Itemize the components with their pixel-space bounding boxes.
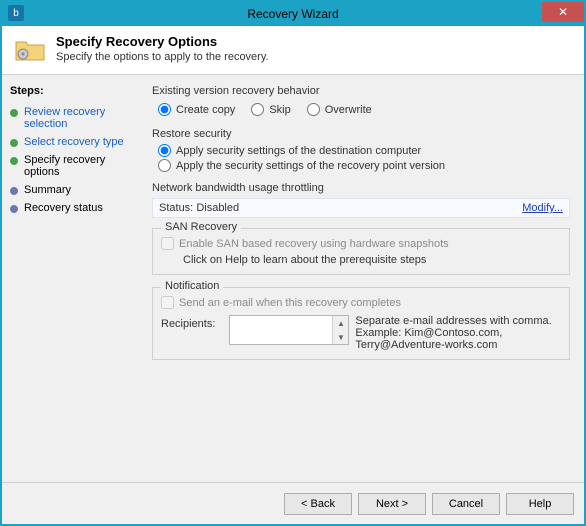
recipients-scroll: ▲ ▼	[332, 316, 348, 344]
modify-throttling-link[interactable]: Modify...	[522, 202, 563, 214]
throttling-title: Network bandwidth usage throttling	[152, 182, 570, 194]
san-recovery-group: SAN Recovery Enable SAN based recovery u…	[152, 228, 570, 275]
radio-overwrite-input[interactable]	[307, 103, 320, 116]
send-email-checkbox: Send an e-mail when this recovery comple…	[161, 294, 561, 311]
restore-security-title: Restore security	[152, 128, 570, 140]
header: Specify Recovery Options Specify the opt…	[2, 26, 584, 75]
radio-overwrite[interactable]: Overwrite	[307, 103, 372, 116]
folder-gear-icon	[14, 34, 46, 64]
version-behavior-section: Existing version recovery behavior Creat…	[152, 85, 570, 118]
recipients-label: Recipients:	[161, 315, 223, 330]
wizard-window: b Recovery Wizard ✕ Specify Recovery Opt…	[0, 0, 586, 526]
send-email-checkbox-input	[161, 296, 174, 309]
notification-title: Notification	[161, 280, 223, 292]
cancel-button[interactable]: Cancel	[432, 493, 500, 515]
radio-security-recovery-point-input[interactable]	[158, 159, 171, 172]
radio-security-destination[interactable]: Apply security settings of the destinati…	[158, 144, 564, 157]
window-title: Recovery Wizard	[247, 7, 338, 21]
throttling-status-row: Status: Disabled Modify...	[152, 198, 570, 218]
steps-sidebar: Steps: Review recovery selection Select …	[2, 75, 144, 482]
step-bullet-icon	[10, 109, 18, 117]
step-bullet-icon	[10, 139, 18, 147]
next-button[interactable]: Next >	[358, 493, 426, 515]
radio-create-copy[interactable]: Create copy	[158, 103, 235, 116]
radio-create-copy-input[interactable]	[158, 103, 171, 116]
scroll-up-icon[interactable]: ▲	[333, 316, 348, 330]
step-select-recovery-type[interactable]: Select recovery type	[10, 133, 136, 151]
throttling-section: Network bandwidth usage throttling Statu…	[152, 182, 570, 218]
steps-title: Steps:	[10, 85, 136, 97]
san-enable-checkbox-input	[161, 237, 174, 250]
radio-skip[interactable]: Skip	[251, 103, 290, 116]
recipients-row: Recipients: ▲ ▼ Separate e-mail addresse…	[161, 315, 561, 351]
scroll-down-icon[interactable]: ▼	[333, 330, 348, 344]
footer: < Back Next > Cancel Help	[2, 482, 584, 524]
close-icon: ✕	[558, 5, 568, 19]
notification-group: Notification Send an e-mail when this re…	[152, 287, 570, 360]
page-title: Specify Recovery Options	[56, 34, 269, 49]
radio-skip-input[interactable]	[251, 103, 264, 116]
recipients-hint: Separate e-mail addresses with comma. Ex…	[355, 315, 561, 351]
main-panel: Existing version recovery behavior Creat…	[144, 75, 584, 482]
body: Steps: Review recovery selection Select …	[2, 75, 584, 482]
back-button[interactable]: < Back	[284, 493, 352, 515]
step-bullet-icon	[10, 205, 18, 213]
step-bullet-icon	[10, 187, 18, 195]
step-bullet-icon	[10, 157, 18, 165]
page-subtitle: Specify the options to apply to the reco…	[56, 51, 269, 63]
titlebar: b Recovery Wizard ✕	[2, 2, 584, 26]
version-behavior-title: Existing version recovery behavior	[152, 85, 570, 97]
radio-security-recovery-point[interactable]: Apply the security settings of the recov…	[158, 159, 564, 172]
san-enable-checkbox: Enable SAN based recovery using hardware…	[161, 235, 561, 252]
step-summary: Summary	[10, 181, 136, 199]
step-review-recovery-selection[interactable]: Review recovery selection	[10, 103, 136, 133]
close-button[interactable]: ✕	[542, 2, 584, 22]
app-icon: b	[8, 5, 24, 21]
help-button[interactable]: Help	[506, 493, 574, 515]
step-recovery-status: Recovery status	[10, 199, 136, 217]
throttling-status: Status: Disabled	[159, 202, 239, 214]
step-specify-recovery-options: Specify recovery options	[10, 151, 136, 181]
radio-security-destination-input[interactable]	[158, 144, 171, 157]
san-recovery-title: SAN Recovery	[161, 221, 241, 233]
san-hint: Click on Help to learn about the prerequ…	[161, 254, 561, 266]
recipients-input[interactable]: ▲ ▼	[229, 315, 349, 345]
restore-security-section: Restore security Apply security settings…	[152, 128, 570, 172]
